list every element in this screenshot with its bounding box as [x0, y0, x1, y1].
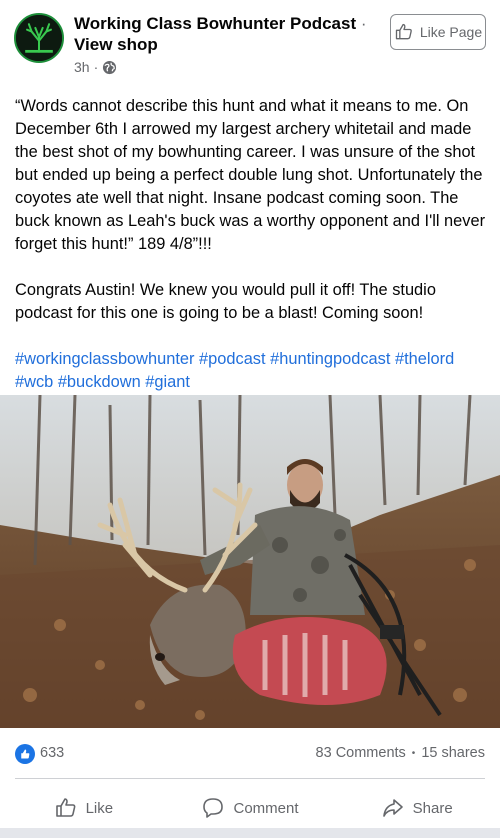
- post-header: Working Class Bowhunter Podcast · View s…: [0, 0, 500, 90]
- comment-label: Comment: [233, 799, 299, 817]
- name-separator: ·: [360, 14, 367, 33]
- like-page-button[interactable]: Like Page: [390, 14, 486, 50]
- comment-share-stats: 83 Comments • 15 shares: [316, 745, 485, 761]
- buck-photo-image: [0, 395, 500, 728]
- stats-separator: •: [411, 747, 416, 759]
- page-name-link[interactable]: Working Class Bowhunter Podcast: [74, 14, 356, 33]
- share-label: Share: [412, 799, 453, 817]
- page-avatar[interactable]: [14, 13, 64, 63]
- post-time[interactable]: 3h: [74, 59, 90, 75]
- actions-divider: [15, 778, 485, 779]
- thumbs-up-icon: [55, 798, 75, 817]
- globe-icon: [102, 60, 117, 75]
- post-paragraph: “Words cannot describe this hunt and wha…: [15, 97, 486, 253]
- post-photo[interactable]: [0, 395, 500, 728]
- like-count[interactable]: 633: [40, 745, 64, 761]
- like-page-label: Like Page: [419, 24, 483, 40]
- comment-count[interactable]: 83 Comments: [316, 745, 406, 761]
- post-actions: Like Comment Share: [0, 785, 500, 831]
- post-paragraph: Congrats Austin! We knew you would pull …: [15, 281, 436, 322]
- feed-separator: [0, 828, 500, 838]
- comment-button[interactable]: Comment: [167, 785, 334, 831]
- comment-bubble-icon: [203, 798, 224, 818]
- like-label: Like: [85, 799, 114, 817]
- share-button[interactable]: Share: [333, 785, 500, 831]
- page-name-block: Working Class Bowhunter Podcast · View s…: [74, 13, 374, 55]
- like-reaction-icon[interactable]: [15, 744, 35, 764]
- like-button[interactable]: Like: [0, 785, 167, 831]
- engagement-stats: 633 83 Comments • 15 shares: [0, 736, 500, 770]
- thumbs-up-icon: [395, 23, 412, 40]
- antler-logo-icon: [16, 15, 62, 61]
- post-meta: 3h ·: [74, 59, 117, 75]
- meta-dot: ·: [93, 59, 99, 75]
- share-arrow-icon: [382, 799, 403, 817]
- hashtags[interactable]: #workingclassbowhunter #podcast #hunting…: [15, 348, 487, 394]
- view-shop-link[interactable]: View shop: [74, 35, 158, 54]
- share-count[interactable]: 15 shares: [421, 745, 485, 761]
- post-body: “Words cannot describe this hunt and wha…: [15, 95, 487, 394]
